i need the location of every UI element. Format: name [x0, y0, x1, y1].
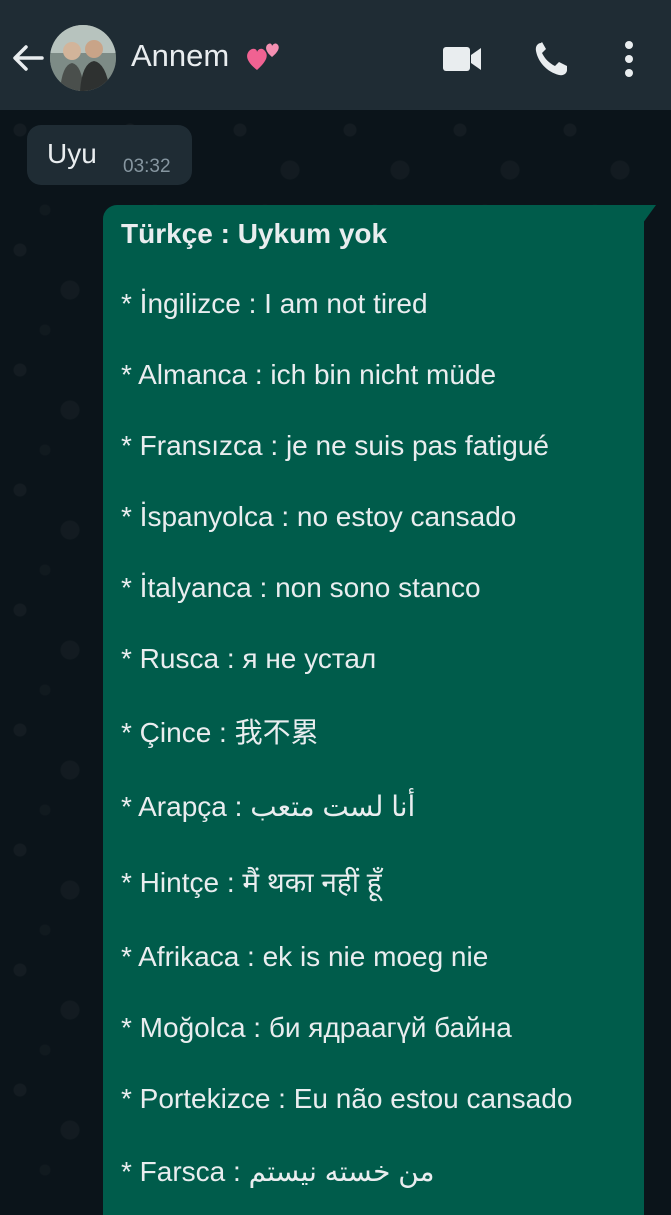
translation-line: * Portekizce : Eu não estou cansado	[121, 1083, 573, 1114]
translation-line: * İngilizce : I am not tired	[121, 288, 428, 319]
translation-line: * Afrikaca : ek is nie moeg nie	[121, 941, 489, 972]
avatar[interactable]	[50, 25, 116, 91]
more-options-icon[interactable]	[620, 40, 638, 78]
message-text: Uyu	[47, 138, 97, 169]
translation-line: * Moğolca : би ядраагүй байна	[121, 1012, 512, 1043]
back-arrow-icon[interactable]	[10, 40, 46, 76]
translation-line: * Rusca : я не устал	[121, 643, 377, 674]
contact-name[interactable]: Annem	[131, 38, 229, 74]
translation-line: * Çince : 我不累	[121, 717, 319, 748]
message-time: 03:32	[123, 156, 171, 177]
translation-line: * İspanyolca : no estoy cansado	[121, 501, 517, 532]
chat-header: Annem	[0, 0, 671, 110]
video-call-icon[interactable]	[442, 44, 482, 74]
outgoing-message-bubble[interactable]	[103, 205, 644, 1215]
incoming-message-bubble[interactable]: Uyu 03:32	[27, 125, 192, 185]
translation-line: * Hintçe : मैं थका नहीं हूँ	[121, 867, 382, 898]
translation-line: * Almanca : ich bin nicht müde	[121, 359, 497, 390]
translation-line: * Arapça : أنا لست متعب	[121, 791, 416, 822]
translation-line: * Farsca : من خسته نیستم	[121, 1156, 435, 1187]
two-hearts-icon	[245, 40, 283, 76]
translation-line: * Fransızca : je ne suis pas fatigué	[121, 430, 549, 461]
phone-call-icon[interactable]	[533, 40, 569, 78]
message-title: Türkçe : Uykum yok	[121, 218, 388, 249]
translation-line: * İtalyanca : non sono stanco	[121, 572, 481, 603]
